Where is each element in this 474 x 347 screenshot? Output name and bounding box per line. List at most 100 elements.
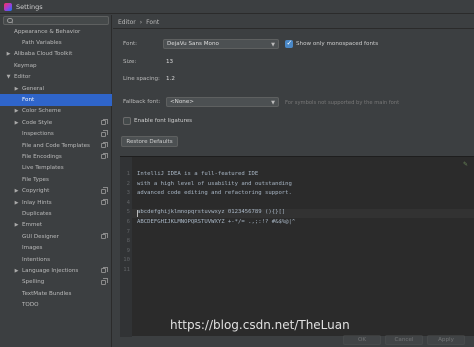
project-settings-icon — [101, 266, 108, 274]
chevron-right-icon[interactable]: ▶ — [13, 108, 20, 114]
project-settings-icon — [101, 152, 108, 160]
sidebar-item-label: Editor — [14, 74, 31, 81]
ligatures-label: Enable font ligatures — [134, 118, 193, 124]
fallback-font-hint: For symbols not supported by the main fo… — [285, 100, 400, 106]
sidebar-item[interactable]: Keymap — [0, 60, 112, 71]
line-number: 6 — [126, 219, 130, 225]
chevron-right-icon[interactable]: ▶ — [13, 120, 20, 126]
sidebar-item-label: Live Templates — [22, 165, 64, 172]
ligatures-checkbox[interactable] — [123, 117, 131, 125]
sidebar-item-label: Intentions — [22, 256, 51, 263]
line-number: 1 — [126, 171, 130, 177]
sidebar-item-label: File and Code Templates — [22, 142, 90, 149]
chevron-down-icon[interactable]: ▼ — [5, 74, 12, 80]
font-preview-editor[interactable]: 1 2 3 4 5 6 7 8 9 10 11 IntelliJ IDEA is a full-fe… — [120, 156, 474, 337]
search-icon — [7, 17, 13, 24]
settings-search-input[interactable] — [3, 16, 109, 25]
sidebar-item-label: General — [22, 85, 45, 92]
sidebar-item[interactable]: Intentions — [0, 254, 112, 265]
sidebar-item[interactable]: ▶ Emmet — [0, 220, 112, 231]
line-number: 10 — [123, 257, 130, 264]
sidebar-item[interactable]: ▶ Color Scheme — [0, 106, 112, 117]
code-line: abcdefghijklmnopqrstuvwxyz 0123456789 ()… — [137, 209, 286, 216]
breadcrumb-parent[interactable]: Editor — [118, 19, 136, 26]
sidebar-item[interactable]: Path Variables — [0, 37, 112, 48]
line-spacing-label: Line spacing: — [123, 76, 160, 82]
sidebar-item[interactable]: File Types — [0, 174, 112, 185]
chevron-right-icon[interactable]: ▶ — [13, 222, 20, 228]
breadcrumb-current: Font — [146, 19, 160, 26]
sidebar-item-label: Duplicates — [22, 210, 52, 217]
sidebar-item-label: Font — [22, 97, 35, 104]
chevron-right-icon[interactable]: ▶ — [13, 86, 20, 92]
chevron-right-icon[interactable]: ▶ — [13, 200, 20, 206]
project-settings-icon — [101, 141, 108, 149]
chevron-right-icon[interactable]: ▶ — [5, 51, 12, 57]
font-label: Font: — [123, 41, 138, 47]
apply-button[interactable]: Apply — [427, 335, 465, 345]
code-line: advanced code editing and refactoring su… — [137, 190, 292, 197]
sidebar-item[interactable]: GUI Designer — [0, 231, 112, 242]
sidebar-item[interactable]: Images — [0, 242, 112, 253]
size-label: Size: — [123, 59, 137, 65]
font-select[interactable]: DejaVu Sans Mono ▼ — [163, 39, 279, 49]
sidebar-item-label: Inspections — [22, 131, 54, 138]
sidebar-item-label: GUI Designer — [22, 233, 59, 240]
size-input[interactable]: 13 — [166, 59, 173, 65]
sidebar-item[interactable]: File Encodings — [0, 151, 112, 162]
sidebar-item[interactable]: File and Code Templates — [0, 140, 112, 151]
project-settings-icon — [101, 232, 108, 240]
line-number: 4 — [126, 199, 130, 206]
cancel-button[interactable]: Cancel — [385, 335, 423, 345]
watermark-text: https://blog.csdn.net/TheLuan — [170, 318, 350, 332]
sidebar-item[interactable]: ▶ Copyright — [0, 185, 112, 196]
sidebar-item[interactable]: ▶ Inlay Hints — [0, 197, 112, 208]
sidebar-item[interactable]: ▶ General — [0, 83, 112, 94]
sidebar-item-label: Inlay Hints — [22, 199, 52, 206]
sidebar-item[interactable]: Font — [0, 94, 112, 106]
sidebar-item[interactable]: ▶ Code Style — [0, 117, 112, 128]
sidebar-item[interactable]: ▶ Alibaba Cloud Toolkit — [0, 49, 112, 60]
sidebar-item[interactable]: Live Templates — [0, 163, 112, 174]
title-bar: Settings — [0, 0, 474, 14]
project-settings-icon — [101, 278, 108, 285]
sidebar-item[interactable]: TextMate Bundles — [0, 288, 112, 299]
sidebar-item-label: Appearance & Behavior — [14, 28, 81, 35]
sidebar-item-label: File Encodings — [22, 153, 62, 160]
sidebar-item[interactable]: Appearance & Behavior — [0, 26, 112, 37]
code-line: with a high level of usability and outst… — [137, 180, 292, 187]
project-settings-icon — [101, 130, 108, 137]
chevron-down-icon: ▼ — [271, 100, 275, 106]
header-divider — [113, 28, 474, 29]
chevron-right-icon[interactable]: ▶ — [13, 188, 20, 194]
sidebar-item-label: Alibaba Cloud Toolkit — [14, 51, 73, 58]
line-spacing-input[interactable]: 1.2 — [166, 76, 175, 82]
sidebar-item-label: Emmet — [22, 222, 43, 229]
sidebar-item-label: TODO — [22, 302, 39, 309]
sidebar-item[interactable]: ▶ Language Injections — [0, 265, 112, 276]
sidebar-item[interactable]: TODO — [0, 299, 112, 310]
sidebar-item[interactable]: Inspections — [0, 129, 112, 140]
monospaced-checkbox[interactable] — [285, 39, 293, 48]
ok-button[interactable]: OK — [343, 335, 381, 345]
settings-tree: Appearance & Behavior Path Variables ▶ Alib… — [0, 26, 112, 311]
edit-pencil-icon[interactable]: ✎ — [463, 161, 468, 168]
sidebar-item[interactable]: Spelling — [0, 277, 112, 288]
sidebar-item-label: Images — [22, 245, 43, 252]
line-number: 11 — [123, 267, 130, 273]
chevron-right-icon[interactable]: ▶ — [13, 268, 20, 274]
line-number: 3 — [126, 190, 130, 197]
restore-defaults-button[interactable]: Restore Defaults — [121, 136, 178, 147]
fallback-font-value: <None> — [170, 99, 194, 105]
sidebar-item-label: Spelling — [22, 279, 45, 286]
sidebar-item-label: File Types — [22, 176, 49, 183]
project-settings-icon — [101, 187, 108, 194]
monospaced-label: Show only monospaced fonts — [296, 41, 379, 47]
sidebar-item[interactable]: ▼ Editor — [0, 72, 112, 83]
project-settings-icon — [101, 198, 108, 206]
line-number: 5 — [126, 209, 130, 216]
fallback-font-select[interactable]: <None> ▼ — [166, 97, 279, 107]
intellij-logo-icon — [4, 2, 12, 11]
sidebar-item-label: Code Style — [22, 119, 53, 126]
sidebar-item[interactable]: Duplicates — [0, 208, 112, 219]
